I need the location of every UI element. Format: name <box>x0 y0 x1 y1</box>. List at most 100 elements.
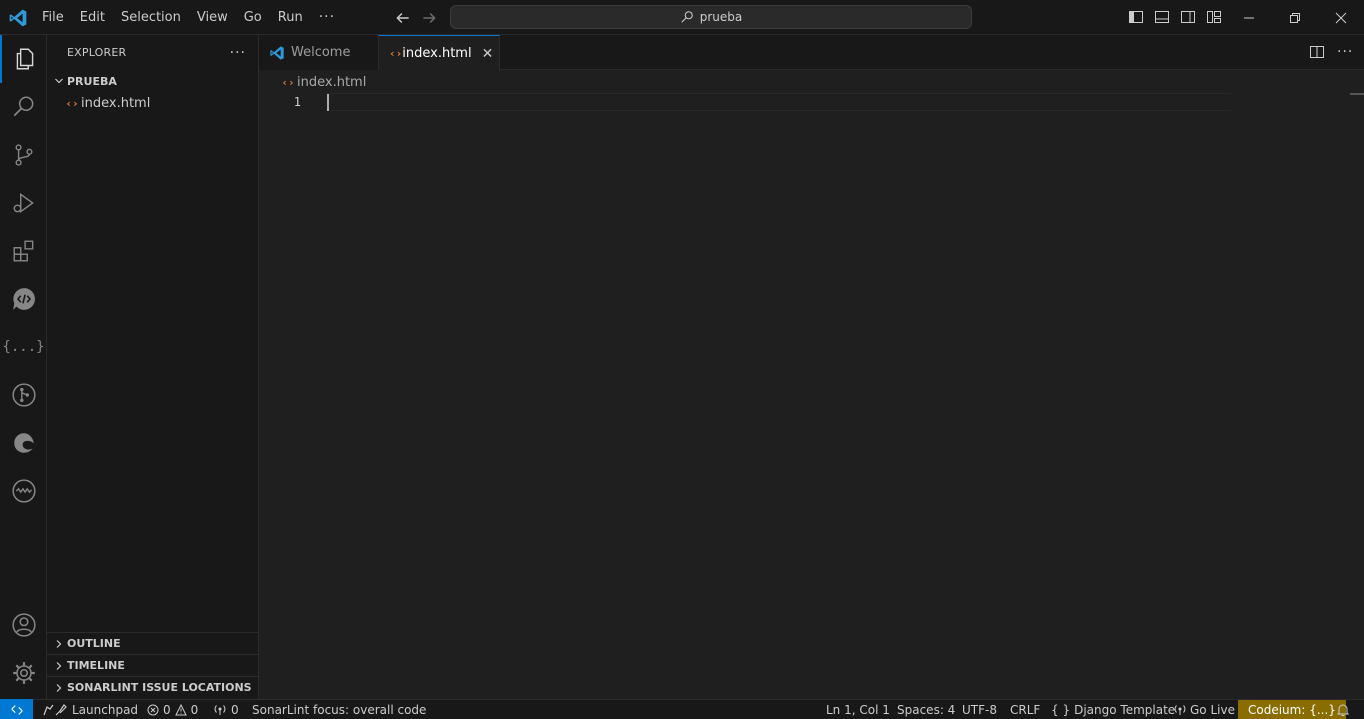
cursor-position-status[interactable]: Ln 1, Col 1 <box>826 700 890 719</box>
forward-arrow-icon[interactable] <box>420 9 438 27</box>
notifications-button[interactable] <box>1336 700 1350 719</box>
command-center-search[interactable]: prueba <box>450 5 972 29</box>
search-icon <box>681 11 693 23</box>
activity-search[interactable] <box>0 83 47 131</box>
warning-count: 0 <box>190 702 199 717</box>
restore-icon <box>1290 12 1300 23</box>
folder-prueba[interactable]: PRUEBA <box>47 70 258 92</box>
toggle-secondary-sidebar-icon[interactable] <box>1180 9 1196 25</box>
manage-gear-icon <box>12 662 35 684</box>
editor-actions: ··· <box>1309 44 1353 60</box>
launchpad-label: Launchpad <box>72 702 139 717</box>
chevron-right-icon <box>51 680 67 696</box>
eol-status[interactable]: CRLF <box>1010 700 1040 719</box>
menu-view[interactable]: View <box>189 0 236 35</box>
remote-indicator-button[interactable] <box>0 699 33 719</box>
activity-manage[interactable] <box>0 649 47 697</box>
live-share-icon <box>12 288 35 310</box>
toggle-panel-icon[interactable] <box>1154 9 1170 25</box>
activity-gitlens[interactable] <box>0 371 47 419</box>
codeium-label: Codeium: {...} <box>1248 702 1336 717</box>
remote-icon <box>10 704 23 715</box>
section-sonarlint-issue-locations[interactable]: SONARLINT ISSUE LOCATIONS <box>47 676 259 698</box>
language-mode-status[interactable]: { } Django Template <box>1051 700 1175 719</box>
indentation-status[interactable]: Spaces: 4 <box>897 700 955 719</box>
sidebar-more-actions-button[interactable]: ··· <box>230 45 246 61</box>
menu-bar: File Edit Selection View Go Run ··· <box>34 0 343 35</box>
sonarlint-label: SonarLint focus: overall code <box>252 702 427 717</box>
overview-ruler <box>1350 93 1364 95</box>
tab-label: index.html <box>402 46 472 61</box>
breadcrumb: ‹› index.html <box>259 71 366 93</box>
file-index-html[interactable]: ‹› index.html <box>47 92 258 114</box>
problems-status[interactable]: 0 0 <box>147 700 198 719</box>
close-icon <box>1335 12 1347 23</box>
go-live-status[interactable]: Go Live <box>1174 700 1235 719</box>
activity-source-control[interactable] <box>0 131 47 179</box>
section-label: SONARLINT ISSUE LOCATIONS <box>67 681 252 694</box>
activity-waveform[interactable] <box>0 467 47 515</box>
menu-edit[interactable]: Edit <box>72 0 113 35</box>
close-window-button[interactable] <box>1318 0 1364 35</box>
chevron-down-icon <box>51 73 67 89</box>
minimize-button[interactable] <box>1226 0 1272 35</box>
section-timeline[interactable]: TIMELINE <box>47 654 259 676</box>
json-icon: {...} <box>2 339 45 355</box>
customize-layout-icon[interactable] <box>1206 9 1222 25</box>
toggle-primary-sidebar-icon[interactable] <box>1128 9 1144 25</box>
gitlens-icon <box>11 383 36 407</box>
editor-content[interactable]: 1 <box>259 93 1364 699</box>
section-outline[interactable]: OUTLINE <box>47 632 259 654</box>
language-label: Django Template <box>1074 702 1176 717</box>
tab-index-html[interactable]: ‹› index.html ✕ <box>379 35 500 71</box>
activity-bar: {...} <box>0 35 47 699</box>
back-arrow-icon[interactable] <box>394 9 412 27</box>
sonarlint-focus-status[interactable]: SonarLint focus: overall code <box>252 700 426 719</box>
vscode-logo-icon <box>270 45 284 60</box>
menu-file[interactable]: File <box>34 0 72 35</box>
editor-tabs: Welcome ‹› index.html ✕ ··· <box>259 35 1364 71</box>
activity-live-share[interactable] <box>0 275 47 323</box>
editor-more-actions-button[interactable]: ··· <box>1337 44 1353 60</box>
broadcast-icon <box>214 704 226 715</box>
menu-more-button[interactable]: ··· <box>311 0 343 35</box>
activity-accounts[interactable] <box>0 601 47 649</box>
activity-explorer[interactable] <box>0 35 47 83</box>
account-icon <box>11 613 36 637</box>
html-file-icon: ‹› <box>389 47 403 60</box>
menu-run[interactable]: Run <box>270 0 311 35</box>
tab-close-button[interactable]: ✕ <box>482 46 494 62</box>
menu-selection[interactable]: Selection <box>113 0 189 35</box>
status-bar: Launchpad 0 0 0 SonarLint focus: overall… <box>0 699 1364 719</box>
braces-icon: { } <box>1051 702 1071 717</box>
chevron-right-icon <box>51 658 67 674</box>
split-editor-icon[interactable] <box>1309 44 1325 60</box>
vscode-logo-icon <box>9 9 27 27</box>
current-line-highlight <box>326 93 1231 111</box>
menu-go[interactable]: Go <box>236 0 270 35</box>
launchpad-status[interactable]: Launchpad <box>42 700 138 719</box>
activity-json[interactable]: {...} <box>0 323 47 371</box>
chevron-right-icon <box>51 636 67 652</box>
restore-button[interactable] <box>1272 0 1318 35</box>
codeium-status[interactable]: Codeium: {...} <box>1238 700 1346 719</box>
ports-status[interactable]: 0 <box>213 700 239 719</box>
section-label: OUTLINE <box>67 637 121 650</box>
minimize-icon <box>1244 17 1254 18</box>
encoding-label: UTF-8 <box>962 702 997 717</box>
folder-label: PRUEBA <box>67 74 117 88</box>
bell-icon <box>1336 704 1350 716</box>
sidebar-title: EXPLORER <box>67 46 127 59</box>
activity-run-debug[interactable] <box>0 179 47 227</box>
extensions-icon <box>13 240 33 262</box>
tab-welcome[interactable]: Welcome <box>259 35 379 70</box>
command-center-label: prueba <box>699 10 743 24</box>
cursor-position: Ln 1, Col 1 <box>826 702 890 717</box>
activity-extensions[interactable] <box>0 227 47 275</box>
breadcrumb-file[interactable]: index.html <box>297 75 366 90</box>
encoding-status[interactable]: UTF-8 <box>962 700 997 719</box>
indentation-label: Spaces: 4 <box>897 702 956 717</box>
line-number: 1 <box>293 95 301 109</box>
html-file-icon: ‹› <box>65 96 79 110</box>
activity-edge-devtools[interactable] <box>0 419 47 467</box>
